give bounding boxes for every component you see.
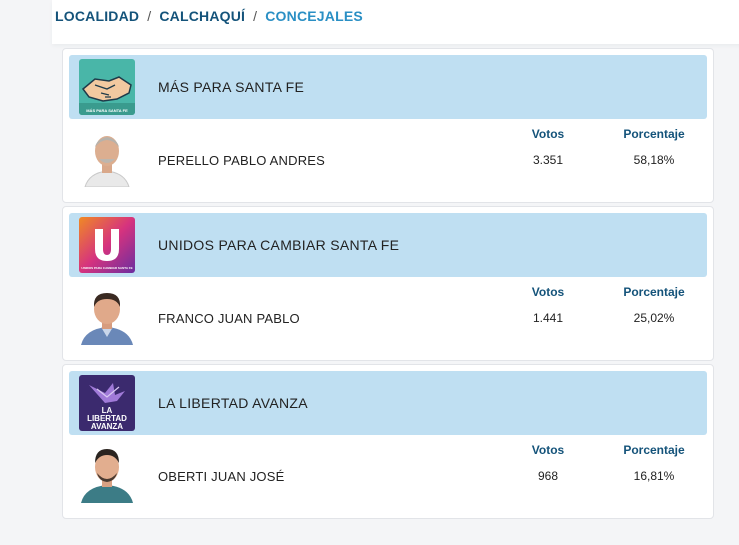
party-logo-text: LA LIBERTAD AVANZA xyxy=(87,406,127,431)
percent-value: 25,02% xyxy=(633,311,675,325)
percent-column-header: Porcentaje xyxy=(623,285,685,299)
candidate-row: OBERTI JUAN JOSÉ Votos Porcentaje 968 16… xyxy=(69,435,707,515)
candidate-avatar xyxy=(79,287,135,345)
percent-column-header: Porcentaje xyxy=(623,443,685,457)
party-logo-u-icon: UNIDOS PARA CAMBIAR SANTA FE xyxy=(79,217,135,273)
result-card: LA LIBERTAD AVANZA LA LIBERTAD AVANZA OB… xyxy=(62,364,714,519)
percent-value: 16,81% xyxy=(633,469,675,483)
breadcrumb-calchaqui[interactable]: CALCHAQUÍ xyxy=(159,8,245,24)
party-logo-text: UNIDOS PARA CAMBIAR SANTA FE xyxy=(81,266,133,270)
votes-column-header: Votos xyxy=(531,443,565,457)
candidate-avatar xyxy=(79,445,135,503)
votes-value: 968 xyxy=(537,469,559,483)
party-name: UNIDOS PARA CAMBIAR SANTA FE xyxy=(158,237,400,253)
party-name: LA LIBERTAD AVANZA xyxy=(158,395,308,411)
party-name: MÁS PARA SANTA FE xyxy=(158,79,305,95)
candidate-name: OBERTI JUAN JOSÉ xyxy=(158,469,285,484)
party-header: UNIDOS PARA CAMBIAR SANTA FE UNIDOS PARA… xyxy=(69,213,707,277)
party-logo-handshake-icon: MÁS PARA SANTA FE xyxy=(79,59,135,115)
percent-column-header: Porcentaje xyxy=(623,127,685,141)
candidate-name: PERELLO PABLO ANDRES xyxy=(158,153,326,168)
breadcrumb: LOCALIDAD / CALCHAQUÍ / CONCEJALES xyxy=(55,8,363,24)
breadcrumb-concejales: CONCEJALES xyxy=(265,8,363,24)
candidate-avatar xyxy=(79,129,135,187)
party-logo-text: MÁS PARA SANTA FE xyxy=(86,108,128,113)
candidate-name: FRANCO JUAN PABLO xyxy=(158,311,300,326)
result-card: UNIDOS PARA CAMBIAR SANTA FE UNIDOS PARA… xyxy=(62,206,714,361)
result-card: MÁS PARA SANTA FE MÁS PARA SANTA FE PERE… xyxy=(62,48,714,203)
party-header: LA LIBERTAD AVANZA LA LIBERTAD AVANZA xyxy=(69,371,707,435)
results-list: MÁS PARA SANTA FE MÁS PARA SANTA FE PERE… xyxy=(62,48,714,522)
party-logo-bird-icon: LA LIBERTAD AVANZA xyxy=(79,375,135,431)
breadcrumb-separator: / xyxy=(253,8,258,24)
breadcrumb-localidad[interactable]: LOCALIDAD xyxy=(55,8,139,24)
votes-column-header: Votos xyxy=(531,127,565,141)
candidate-row: FRANCO JUAN PABLO Votos Porcentaje 1.441… xyxy=(69,277,707,357)
votes-value: 1.441 xyxy=(532,311,564,325)
candidate-row: PERELLO PABLO ANDRES Votos Porcentaje 3.… xyxy=(69,119,707,199)
votes-value: 3.351 xyxy=(532,153,564,167)
percent-value: 58,18% xyxy=(633,153,675,167)
party-header: MÁS PARA SANTA FE MÁS PARA SANTA FE xyxy=(69,55,707,119)
votes-column-header: Votos xyxy=(531,285,565,299)
breadcrumb-separator: / xyxy=(147,8,152,24)
